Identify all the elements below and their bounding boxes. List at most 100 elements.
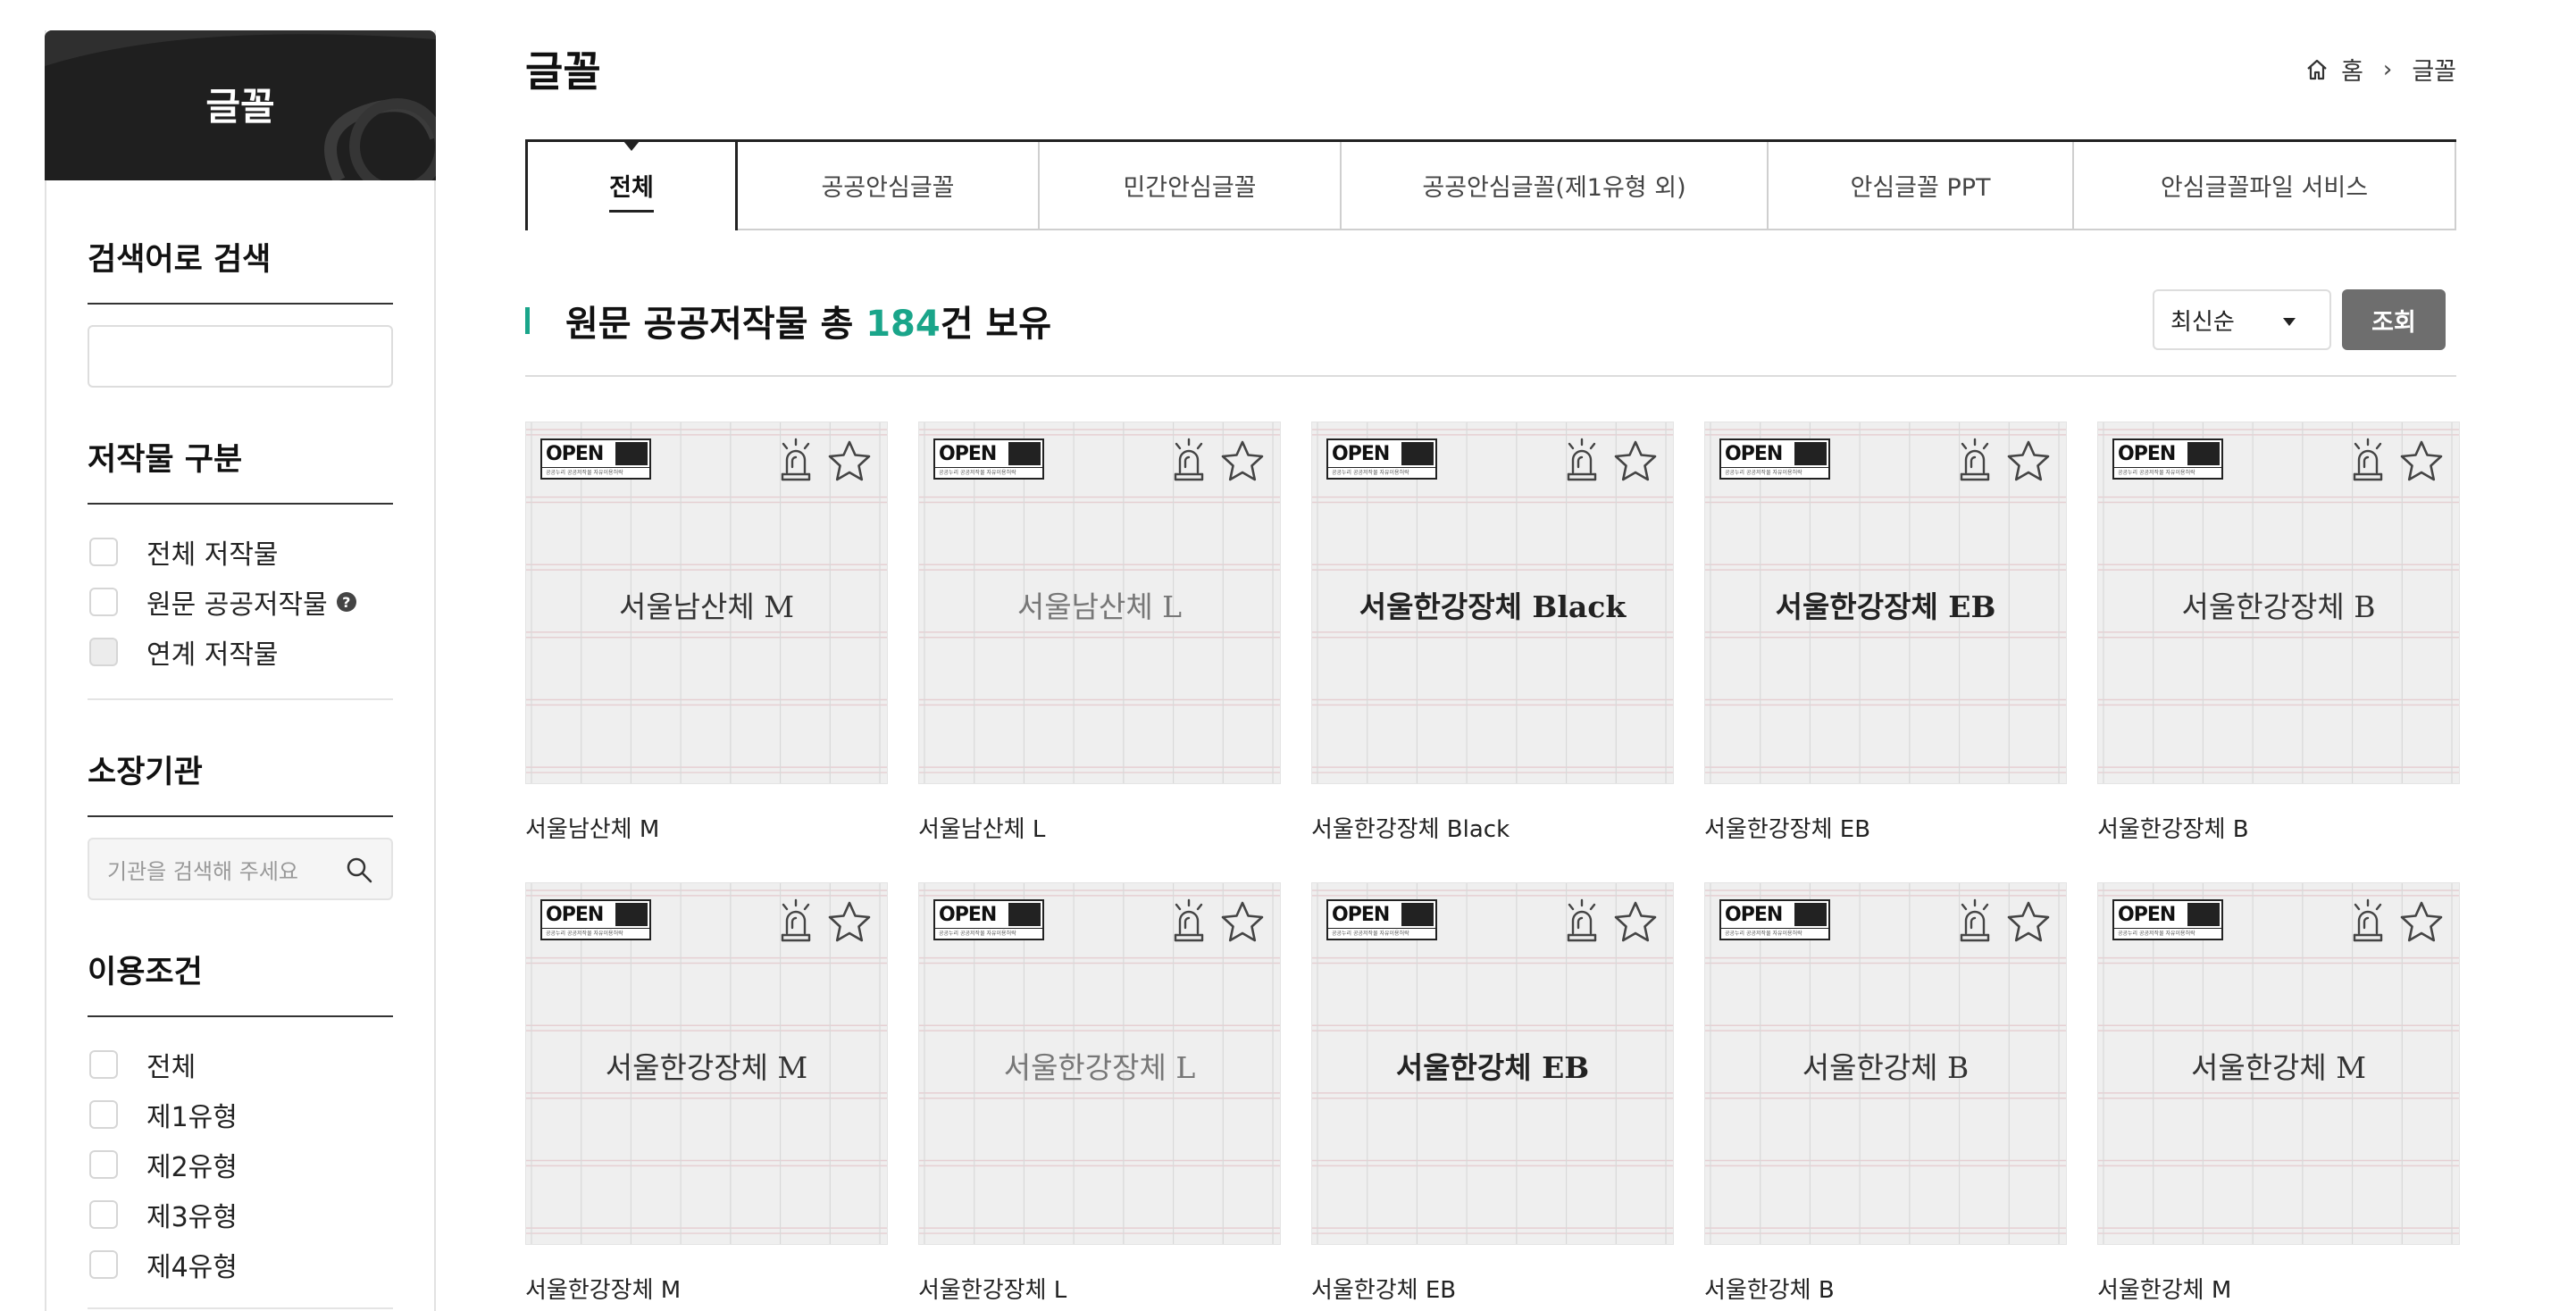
font-card[interactable]: OPEN 공공누리 공공저작물 자유이용허락 서울한강장체 Black 서울한강 xyxy=(1311,422,1674,844)
font-card-title[interactable]: 서울한강장체 EB xyxy=(1704,811,2067,844)
category-section: 저작물 구분 xyxy=(88,434,393,505)
checkbox[interactable] xyxy=(89,1100,118,1129)
font-card[interactable]: OPEN 공공누리 공공저작물 자유이용허락 서울한강체 EB 서울한강체 EB xyxy=(1311,882,1674,1305)
siren-icon[interactable] xyxy=(776,898,815,942)
checkbox[interactable] xyxy=(89,1250,118,1279)
tab-private-safe-font[interactable]: 민간안심글꼴 xyxy=(1040,142,1342,230)
help-icon[interactable]: ? xyxy=(336,592,356,612)
checkbox[interactable] xyxy=(89,1200,118,1229)
badge-caption: 공공누리 공공저작물 자유이용허락 xyxy=(1328,467,1435,478)
font-card[interactable]: OPEN 공공누리 공공저작물 자유이용허락 서울한강체 B 서울한강체 B xyxy=(1704,882,2067,1305)
result-count: 원문 공공저작물 총 184건 보유 xyxy=(525,295,1051,347)
star-icon[interactable] xyxy=(2398,438,2445,485)
font-thumbnail[interactable]: OPEN 공공누리 공공저작물 자유이용허락 서울한강장체 L xyxy=(918,882,1281,1245)
tab-safe-font-file-service[interactable]: 안심글꼴파일 서비스 xyxy=(2074,142,2456,230)
home-icon[interactable] xyxy=(2305,58,2329,81)
star-icon[interactable] xyxy=(2005,899,2052,946)
font-card[interactable]: OPEN 공공누리 공공저작물 자유이용허락 서울한강장체 M 서울한강장체 M xyxy=(525,882,888,1305)
checkbox[interactable] xyxy=(89,1150,118,1179)
checkbox[interactable] xyxy=(89,588,118,616)
siren-icon[interactable] xyxy=(1169,437,1209,481)
star-icon[interactable] xyxy=(2005,438,2052,485)
font-thumbnail[interactable]: OPEN 공공누리 공공저작물 자유이용허락 서울한강체 B xyxy=(1704,882,2067,1245)
siren-icon[interactable] xyxy=(1562,437,1602,481)
category-option-original[interactable]: 원문 공공저작물 ? xyxy=(89,582,356,622)
font-card[interactable]: OPEN 공공누리 공공저작물 자유이용허락 서울한강장체 L 서울한강장체 L xyxy=(918,882,1281,1305)
license-option-type1[interactable]: 제1유형 xyxy=(89,1095,238,1134)
search-button[interactable]: 조회 xyxy=(2342,289,2446,350)
font-thumbnail[interactable]: OPEN 공공누리 공공저작물 자유이용허락 서울한강체 EB xyxy=(1311,882,1674,1245)
font-card-title[interactable]: 서울한강체 EB xyxy=(1311,1272,1674,1305)
open-license-badge: OPEN 공공누리 공공저작물 자유이용허락 xyxy=(540,899,651,940)
filter-sidebar: 글꼴 검색어로 검색 저작물 구분 전체 저작물 원문 공공저작물 ? 연계 저… xyxy=(45,30,436,1311)
badge-caption: 공공누리 공공저작물 자유이용허락 xyxy=(1328,928,1435,939)
font-card[interactable]: OPEN 공공누리 공공저작물 자유이용허락 서울한강장체 B 서울한강장체 B xyxy=(2097,422,2460,844)
font-sample-text: 서울한강장체 L xyxy=(1003,1050,1196,1085)
siren-icon[interactable] xyxy=(2348,437,2388,481)
font-card-title[interactable]: 서울한강장체 M xyxy=(525,1272,888,1305)
font-thumbnail[interactable]: OPEN 공공누리 공공저작물 자유이용허락 서울한강체 M xyxy=(2097,882,2460,1245)
checkbox[interactable] xyxy=(89,538,118,566)
font-thumbnail[interactable]: OPEN 공공누리 공공저작물 자유이용허락 서울한강장체 Black xyxy=(1311,422,1674,784)
license-option-all[interactable]: 전체 xyxy=(89,1045,196,1084)
font-thumbnail[interactable]: OPEN 공공누리 공공저작물 자유이용허락 서울한강장체 EB xyxy=(1704,422,2067,784)
star-icon[interactable] xyxy=(826,899,873,946)
badge-caption: 공공누리 공공저작물 자유이용허락 xyxy=(935,928,1042,939)
tab-safe-font-ppt[interactable]: 안심글꼴 PPT xyxy=(1769,142,2074,230)
siren-icon[interactable] xyxy=(2348,898,2388,942)
institution-search-input[interactable]: 기관을 검색해 주세요 xyxy=(88,838,393,900)
star-icon[interactable] xyxy=(1612,899,1659,946)
attribution-icon xyxy=(1794,903,1827,926)
license-option-type2[interactable]: 제2유형 xyxy=(89,1145,238,1184)
tab-public-safe-font[interactable]: 공공안심글꼴 xyxy=(738,142,1040,230)
font-card-title[interactable]: 서울한강체 M xyxy=(2097,1272,2460,1305)
license-option-type3[interactable]: 제3유형 xyxy=(89,1195,238,1234)
font-card[interactable]: OPEN 공공누리 공공저작물 자유이용허락 서울한강체 M 서울한강체 M xyxy=(2097,882,2460,1305)
star-icon[interactable] xyxy=(1612,438,1659,485)
badge-caption: 공공누리 공공저작물 자유이용허락 xyxy=(2114,467,2221,478)
font-card-title[interactable]: 서울한강장체 Black xyxy=(1311,811,1674,844)
star-icon[interactable] xyxy=(2398,899,2445,946)
accent-bar xyxy=(525,307,530,334)
font-card-title[interactable]: 서울남산체 L xyxy=(918,811,1281,844)
checkbox[interactable] xyxy=(89,638,118,666)
tab-public-safe-font-etc[interactable]: 공공안심글꼴(제1유형 외) xyxy=(1342,142,1769,230)
category-option-linked[interactable]: 연계 저작물 xyxy=(89,632,279,672)
font-card[interactable]: OPEN 공공누리 공공저작물 자유이용허락 서울남산체 L 서울남산체 L xyxy=(918,422,1281,844)
attribution-icon xyxy=(1008,903,1041,926)
star-icon[interactable] xyxy=(826,438,873,485)
license-section: 이용조건 xyxy=(88,947,393,1017)
font-card-title[interactable]: 서울한강장체 B xyxy=(2097,811,2460,844)
star-icon[interactable] xyxy=(1219,899,1266,946)
open-license-badge: OPEN 공공누리 공공저작물 자유이용허락 xyxy=(1326,438,1437,480)
search-icon[interactable] xyxy=(345,856,373,884)
font-card-title[interactable]: 서울한강체 B xyxy=(1704,1272,2067,1305)
checkbox[interactable] xyxy=(89,1050,118,1079)
checkbox-label: 제3유형 xyxy=(146,1202,238,1233)
badge-open-text: OPEN xyxy=(939,442,997,465)
siren-icon[interactable] xyxy=(1955,898,1995,942)
open-license-badge: OPEN 공공누리 공공저작물 자유이용허락 xyxy=(933,899,1044,940)
tab-all[interactable]: 전체 xyxy=(525,141,738,230)
keyword-search-input[interactable] xyxy=(88,325,393,388)
font-card-title[interactable]: 서울한강장체 L xyxy=(918,1272,1281,1305)
sort-select[interactable]: 최신순 xyxy=(2153,289,2331,350)
siren-icon[interactable] xyxy=(1562,898,1602,942)
font-thumbnail[interactable]: OPEN 공공누리 공공저작물 자유이용허락 서울한강장체 M xyxy=(525,882,888,1245)
font-thumbnail[interactable]: OPEN 공공누리 공공저작물 자유이용허락 서울남산체 M xyxy=(525,422,888,784)
font-card-title[interactable]: 서울남산체 M xyxy=(525,811,888,844)
siren-icon[interactable] xyxy=(776,437,815,481)
breadcrumb-home[interactable]: 홈 xyxy=(2341,52,2363,87)
font-thumbnail[interactable]: OPEN 공공누리 공공저작물 자유이용허락 서울한강장체 B xyxy=(2097,422,2460,784)
checkbox-label: 연계 저작물 xyxy=(146,639,279,671)
font-card[interactable]: OPEN 공공누리 공공저작물 자유이용허락 서울한강장체 EB 서울한강장체 xyxy=(1704,422,2067,844)
siren-icon[interactable] xyxy=(1955,437,1995,481)
siren-icon[interactable] xyxy=(1169,898,1209,942)
font-sample-text: 서울한강체 B xyxy=(1802,1050,1970,1085)
font-sample-text: 서울남산체 L xyxy=(1016,589,1183,624)
category-option-all[interactable]: 전체 저작물 xyxy=(89,532,279,572)
star-icon[interactable] xyxy=(1219,438,1266,485)
font-card[interactable]: OPEN 공공누리 공공저작물 자유이용허락 서울남산체 M 서울남산체 M xyxy=(525,422,888,844)
font-thumbnail[interactable]: OPEN 공공누리 공공저작물 자유이용허락 서울남산체 L xyxy=(918,422,1281,784)
license-option-type4[interactable]: 제4유형 xyxy=(89,1245,238,1284)
